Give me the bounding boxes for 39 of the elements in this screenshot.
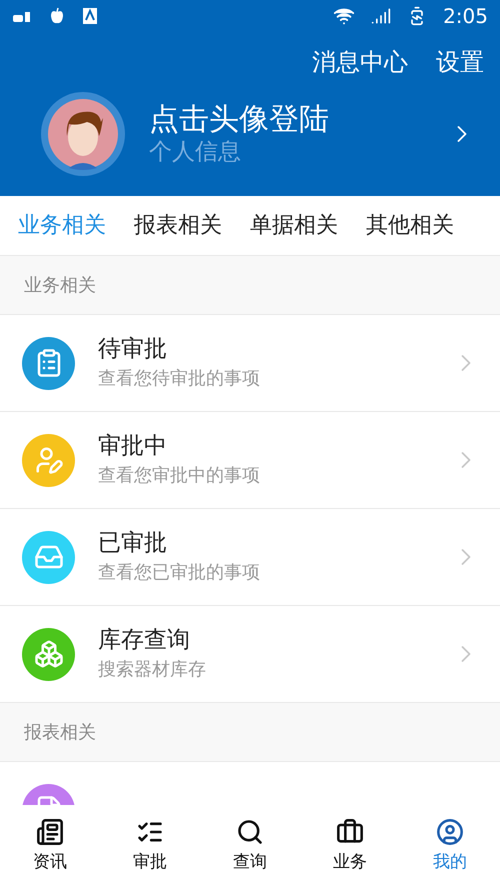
item-title: 已审批 <box>98 529 168 558</box>
list-item[interactable]: 审批中 查看您审批中的事项 <box>0 412 500 509</box>
clock: 2:05 <box>443 3 488 30</box>
boxes-icon <box>22 628 75 680</box>
tab[interactable]: 业务相关 <box>0 209 116 242</box>
search-icon <box>236 818 264 846</box>
avatar-icon[interactable] <box>41 92 125 176</box>
tab[interactable]: 报表相关 <box>116 209 232 242</box>
nav-item[interactable]: 业务 <box>300 818 400 876</box>
item-title: 审批中 <box>98 432 168 462</box>
item-subtitle: 查看您待审批的事项 <box>98 368 261 391</box>
section-header: 报表相关 <box>24 720 96 744</box>
nav-item[interactable]: 查询 <box>200 818 300 876</box>
nav-item[interactable]: 资讯 <box>0 818 100 876</box>
signal-icon <box>371 6 392 26</box>
news-icon <box>36 818 64 846</box>
apple-icon <box>48 7 66 25</box>
list-item[interactable]: 待审批 查看您待审批的事项 <box>0 315 500 412</box>
list-item[interactable]: 已审批 查看您已审批的事项 <box>0 509 500 606</box>
header-link[interactable]: 消息中心 <box>312 44 408 80</box>
item-subtitle: 搜索器材库存 <box>98 659 207 682</box>
tab[interactable]: 其他相关 <box>348 209 464 242</box>
header-link[interactable]: 设置 <box>436 44 484 80</box>
user-icon <box>436 818 464 846</box>
login-title[interactable]: 点击头像登陆 <box>149 100 424 138</box>
tray-icon <box>22 530 75 584</box>
item-title: 库存查询 <box>98 626 191 656</box>
app-badge-icon <box>82 7 98 25</box>
tab[interactable]: 单据相关 <box>232 209 348 242</box>
list-item[interactable]: 库存查询 搜索器材库存 <box>0 606 500 703</box>
clipboard-icon <box>22 336 75 390</box>
nav-item[interactable]: 我的 <box>400 818 500 876</box>
section-header: 业务相关 <box>24 274 96 298</box>
item-subtitle: 查看您审批中的事项 <box>98 465 261 488</box>
login-subtitle: 个人信息 <box>149 138 242 168</box>
item-subtitle: 查看您已审批的事项 <box>98 562 261 585</box>
user-pen-icon <box>22 434 75 486</box>
nav-item[interactable]: 审批 <box>100 818 200 876</box>
item-title: 待审批 <box>98 335 168 364</box>
